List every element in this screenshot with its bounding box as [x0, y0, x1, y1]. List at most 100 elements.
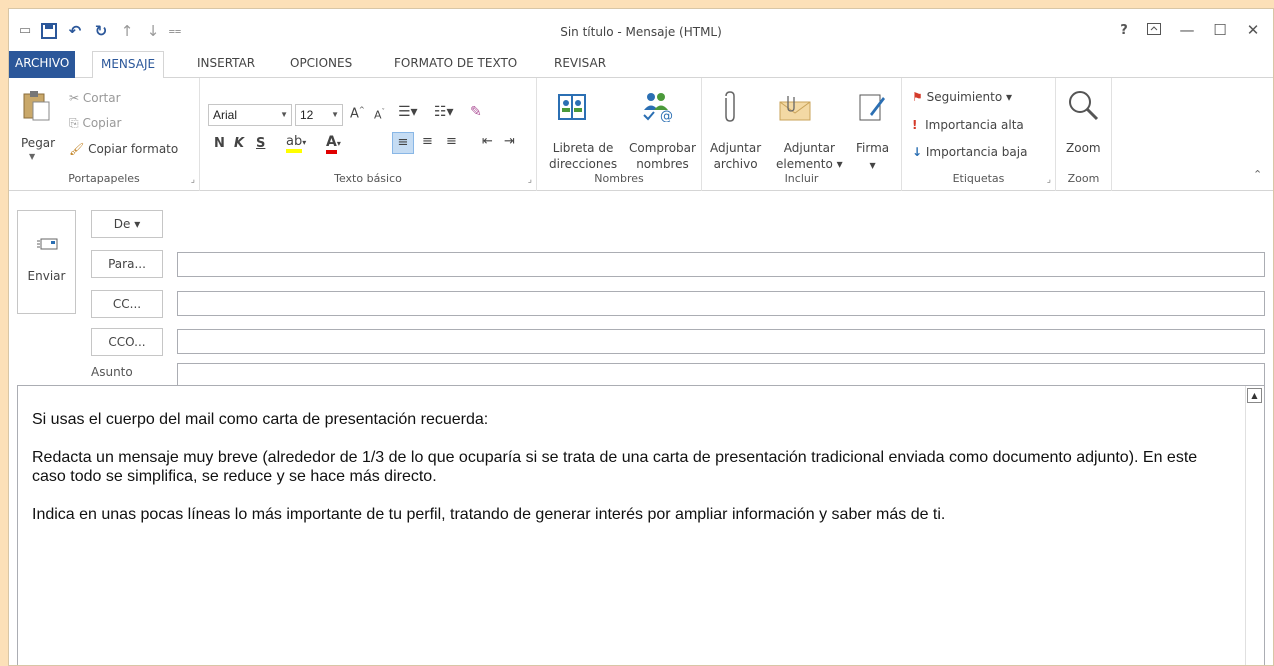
grow-font-icon[interactable]: A^ — [350, 106, 365, 121]
decrease-indent-icon[interactable]: ⇤ — [482, 134, 493, 149]
format-painter-label: Copiar formato — [88, 142, 179, 156]
address-book-button[interactable]: Libreta de direcciones — [549, 140, 617, 172]
shrink-font-icon[interactable]: Aˇ — [374, 108, 385, 122]
address-book-label-2: direcciones — [549, 157, 618, 171]
flag-icon: ⚑ — [912, 90, 923, 104]
chevron-down-icon: ▼ — [280, 110, 288, 119]
chevron-down-icon: ▼ — [869, 161, 876, 170]
group-label-incluir: Incluir — [784, 172, 819, 185]
low-importance-button[interactable]: ↓ Importancia baja — [912, 145, 1027, 159]
svg-text:@: @ — [660, 109, 673, 122]
cc-button[interactable]: CC... — [91, 290, 163, 318]
attach-item-label-2: elemento ▾ — [776, 157, 843, 171]
low-importance-label: Importancia baja — [925, 145, 1028, 159]
numbering-icon[interactable]: ☷▾ — [434, 104, 454, 120]
body-paragraph-2: Redacta un mensaje muy breve (alrededor … — [32, 449, 1198, 485]
envelope-attach-icon — [778, 94, 812, 125]
check-names-button[interactable]: Comprobar nombres — [629, 140, 696, 172]
close-icon[interactable]: ✕ — [1240, 21, 1266, 39]
attach-file-label-1: Adjuntar — [710, 141, 762, 155]
exclamation-icon: ! — [912, 118, 918, 132]
format-painter-button[interactable]: 🖌 Copiar formato — [69, 142, 178, 156]
follow-up-button[interactable]: ⚑ Seguimiento ▾ — [912, 90, 1012, 104]
tab-revisar[interactable]: REVISAR — [546, 51, 614, 78]
attach-file-button[interactable]: Adjuntar archivo — [710, 140, 761, 172]
paste-dropdown-icon[interactable]: ▼ — [29, 152, 35, 161]
send-label: Enviar — [27, 269, 66, 283]
clear-formatting-icon[interactable]: ✎ — [470, 104, 482, 120]
body-paragraph-1: Si usas el cuerpo del mail como carta de… — [32, 411, 489, 428]
group-nombres: Libreta de direcciones @ Comprobar nombres… — [537, 78, 702, 191]
attach-file-label-2: archivo — [713, 157, 758, 171]
font-name-combo[interactable]: Arial ▼ — [208, 104, 292, 126]
title-bar: ▭ ↶ ↻ ↑ ↓ ⩵ Sin título - Mensaje (HTML) … — [9, 9, 1273, 51]
dialog-launcher-icon[interactable]: ⌟ — [191, 175, 195, 185]
scroll-up-icon[interactable]: ▲ — [1247, 388, 1262, 403]
magnifier-icon — [1066, 88, 1100, 125]
tab-insertar[interactable]: INSERTAR — [189, 51, 263, 78]
signature-label: Firma — [856, 141, 890, 155]
body-paragraph-3: Indica en unas pocas líneas lo más impor… — [32, 506, 946, 523]
brush-icon: 🖌 — [69, 142, 85, 156]
group-texto-basico: Arial ▼ 12 ▼ A^ Aˇ ☰▾ ☷▾ ✎ N K S ab▾ A▾ ≡ … — [200, 78, 537, 191]
tab-formato-de-texto[interactable]: FORMATO DE TEXTO — [386, 51, 525, 78]
maximize-icon[interactable]: ☐ — [1207, 21, 1233, 39]
to-button[interactable]: Para... — [91, 250, 163, 278]
tab-opciones[interactable]: OPCIONES — [282, 51, 360, 78]
bullets-icon[interactable]: ☰▾ — [398, 104, 418, 120]
cc-field[interactable] — [177, 291, 1265, 316]
vertical-scrollbar[interactable]: ▲ — [1245, 386, 1264, 665]
align-center-icon[interactable]: ≡ — [422, 134, 433, 149]
scissors-icon: ✂ — [69, 91, 80, 105]
attach-item-label-1: Adjuntar — [783, 141, 835, 155]
dialog-launcher-icon[interactable]: ⌟ — [528, 175, 532, 185]
check-names-icon: @ — [641, 90, 673, 125]
italic-button[interactable]: K — [234, 136, 244, 151]
high-importance-button[interactable]: ! Importancia alta — [912, 118, 1024, 132]
window-title: Sin título - Mensaje (HTML) — [560, 25, 722, 39]
copy-button[interactable]: ⎘ Copiar — [69, 116, 121, 131]
bcc-button[interactable]: CCO... — [91, 328, 163, 356]
message-body[interactable]: Si usas el cuerpo del mail como carta de… — [17, 385, 1265, 665]
font-size-value: 12 — [300, 108, 314, 122]
zoom-button[interactable]: Zoom — [1066, 140, 1101, 156]
paste-button[interactable]: Pegar — [21, 136, 55, 150]
bold-button[interactable]: N — [214, 136, 225, 151]
cut-label: Cortar — [82, 91, 121, 105]
chevron-down-icon: ▼ — [331, 110, 339, 119]
ribbon: Pegar ▼ ✂ Cortar ⎘ Copiar 🖌 Copiar forma… — [9, 78, 1273, 191]
to-field[interactable] — [177, 252, 1265, 277]
align-left-icon[interactable]: ≡ — [392, 132, 414, 154]
down-arrow-icon: ↓ — [912, 145, 923, 159]
group-label-etiquetas: Etiquetas — [952, 172, 1005, 185]
tab-mensaje[interactable]: MENSAJE — [92, 51, 165, 79]
send-button[interactable]: Enviar — [17, 210, 76, 314]
tab-archivo[interactable]: ARCHIVO — [9, 51, 76, 78]
align-right-icon[interactable]: ≡ — [446, 134, 457, 149]
highlight-icon[interactable]: ab▾ — [286, 134, 306, 153]
underline-button[interactable]: S — [256, 136, 265, 151]
attach-item-button[interactable]: Adjuntar elemento ▾ — [776, 140, 843, 172]
paste-icon — [21, 90, 51, 125]
message-window: ▭ ↶ ↻ ↑ ↓ ⩵ Sin título - Mensaje (HTML) … — [8, 8, 1274, 666]
font-name-value: Arial — [213, 108, 238, 122]
font-size-combo[interactable]: 12 ▼ — [295, 104, 343, 126]
font-color-icon[interactable]: A▾ — [326, 134, 341, 154]
cut-button[interactable]: ✂ Cortar — [69, 91, 121, 105]
from-button[interactable]: De ▾ — [91, 210, 163, 238]
increase-indent-icon[interactable]: ⇥ — [504, 134, 515, 149]
dialog-launcher-icon[interactable]: ⌟ — [1047, 175, 1051, 185]
signature-icon — [858, 92, 886, 125]
send-envelope-icon — [37, 237, 59, 254]
minimize-icon[interactable]: — — [1174, 21, 1200, 39]
signature-button[interactable]: Firma ▼ — [856, 140, 889, 174]
group-label-nombres: Nombres — [594, 172, 644, 185]
group-portapapeles: Pegar ▼ ✂ Cortar ⎘ Copiar 🖌 Copiar forma… — [9, 78, 200, 191]
body-text[interactable]: Si usas el cuerpo del mail como carta de… — [32, 410, 1224, 543]
ribbon-display-icon[interactable] — [1141, 23, 1167, 38]
collapse-ribbon-icon[interactable]: ⌃ — [1253, 168, 1262, 181]
group-incluir: Adjuntar archivo Adjuntar elemento ▾ Firma… — [702, 78, 902, 191]
help-icon[interactable]: ? — [1111, 23, 1137, 38]
bcc-field[interactable] — [177, 329, 1265, 354]
high-importance-label: Importancia alta — [925, 118, 1024, 132]
